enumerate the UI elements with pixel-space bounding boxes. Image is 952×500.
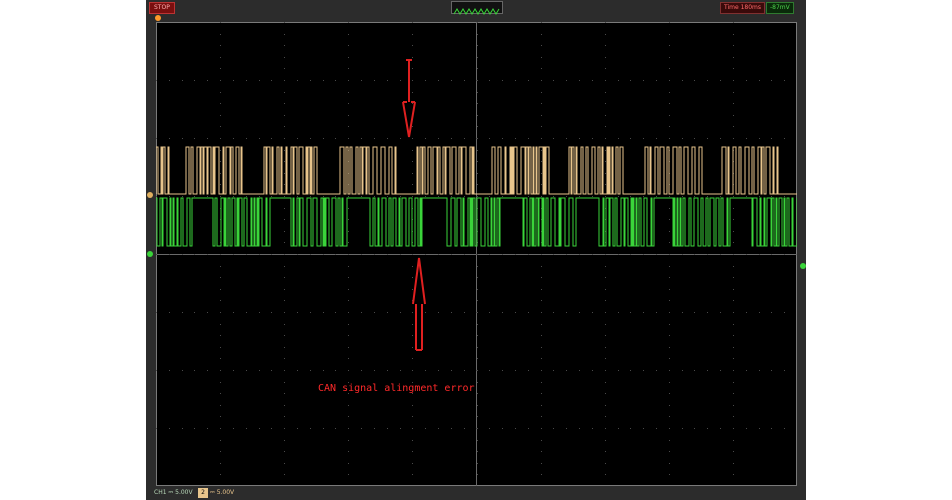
grid-dots (156, 22, 785, 475)
ch1-waveform (156, 197, 797, 247)
waveform-display[interactable] (156, 22, 797, 486)
trigger-readout[interactable]: -87mV (766, 2, 794, 14)
top-status-bar: STOP Time 180ms -87mV (146, 0, 806, 15)
run-stop-button[interactable]: STOP (149, 2, 175, 14)
ch1-level-marker-icon[interactable] (147, 251, 153, 257)
oscilloscope-window: STOP Time 180ms -87mV CH1 ⎓ 5.00V 2 ⎓ 5.… (146, 0, 806, 500)
ch1-volts-div-readout[interactable]: CH1 ⎓ 5.00V (152, 488, 195, 498)
up-arrow-icon (412, 257, 426, 351)
ch2-level-marker-icon[interactable] (147, 192, 153, 198)
waveform-overview-icon (453, 8, 500, 15)
trigger-position-icon[interactable] (155, 15, 161, 21)
timebase-readout[interactable]: Time 180ms (720, 2, 766, 14)
trigger-level-marker-icon[interactable] (800, 263, 806, 269)
ch1-trace-path (156, 197, 797, 247)
annotation-label: CAN signal alingment error (318, 383, 475, 394)
ch2-tag[interactable]: 2 (198, 488, 208, 498)
ch2-volts-div-readout[interactable]: ⎓ 5.00V (210, 488, 234, 498)
waveform-grid (156, 22, 797, 486)
down-arrow-icon (402, 59, 416, 138)
waveform-overview[interactable] (451, 1, 503, 15)
bottom-status-bar: CH1 ⎓ 5.00V 2 ⎓ 5.00V (146, 486, 806, 500)
